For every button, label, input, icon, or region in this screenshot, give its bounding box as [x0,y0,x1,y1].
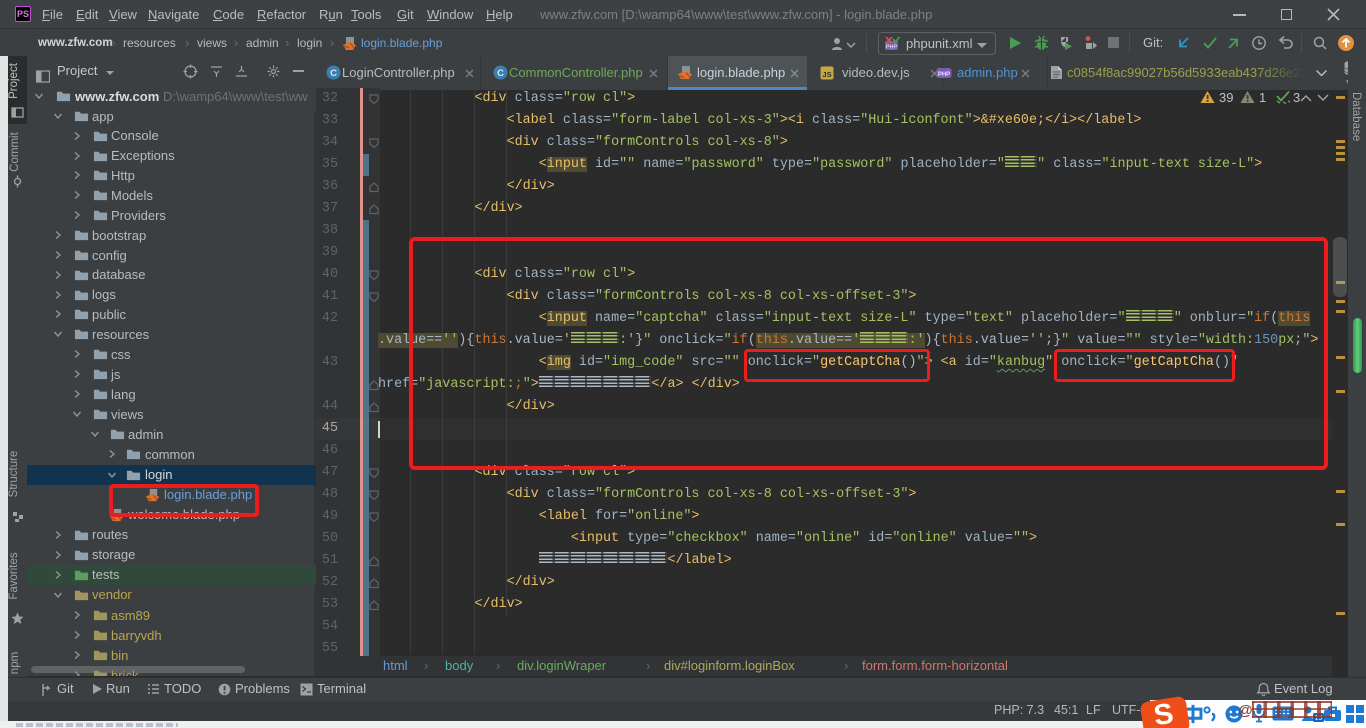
svg-text:PHP: PHP [938,72,950,78]
svg-text:C: C [330,68,337,79]
svg-text:PHP: PHP [886,45,898,51]
svg-text:C: C [497,68,504,79]
svg-text:JS: JS [822,70,831,79]
